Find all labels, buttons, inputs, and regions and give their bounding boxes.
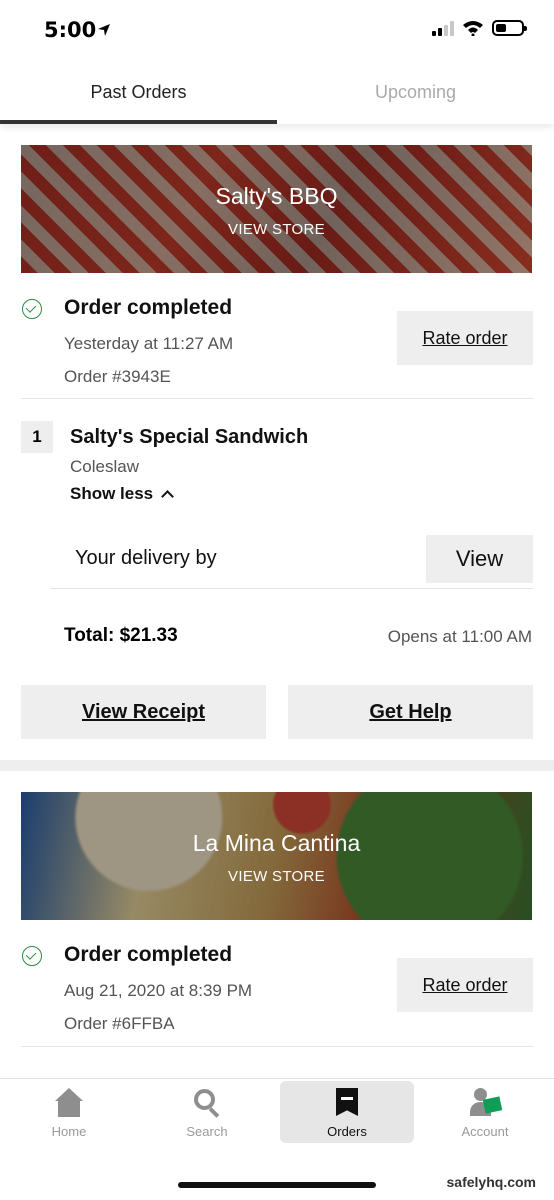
status-time: 5:00 [44,18,97,42]
nav-account-label: Account [461,1124,509,1139]
tab-upcoming[interactable]: Upcoming [277,60,554,124]
delivery-label: Your delivery by [75,547,217,569]
order-date: Yesterday at 11:27 AM [64,334,234,353]
store-opens-time: Opens at 11:00 AM [387,627,532,646]
section-separator [0,760,554,771]
home-indicator[interactable] [178,1182,376,1188]
check-circle-icon [22,299,42,319]
nav-search-label: Search [186,1124,228,1139]
divider [50,588,533,589]
view-receipt-button[interactable]: View Receipt [21,685,266,739]
home-icon [54,1088,84,1118]
battery-icon [492,20,527,36]
rate-order-button[interactable]: Rate order [397,311,533,365]
nav-home-label: Home [51,1124,87,1139]
nav-orders[interactable]: Orders [280,1081,414,1143]
cellular-signal-icon [432,20,454,36]
store-name: La Mina Cantina [192,830,361,856]
show-less-label: Show less [70,484,154,503]
order-date: Aug 21, 2020 at 8:39 PM [64,981,253,1000]
divider [21,398,533,399]
item-name: Salty's Special Sandwich [70,426,309,448]
tab-past-orders[interactable]: Past Orders [0,60,277,124]
view-store-link[interactable]: VIEW STORE [21,221,532,238]
wifi-icon [463,21,483,36]
store-banner[interactable]: Salty's BBQ VIEW STORE [21,145,532,273]
order-total: Total: $21.33 [64,625,178,646]
location-arrow-icon [98,24,110,36]
account-icon [470,1088,503,1118]
check-circle-icon [22,946,42,966]
view-delivery-button[interactable]: View [426,535,533,583]
nav-account[interactable]: Account [418,1081,552,1143]
order-number: Order #6FFBA [64,1014,175,1033]
order-tabs: Past Orders Upcoming [0,60,554,124]
get-help-button[interactable]: Get Help [288,685,533,739]
view-store-link[interactable]: VIEW STORE [21,868,532,885]
rate-order-button[interactable]: Rate order [397,958,533,1012]
item-quantity: 1 [21,421,53,453]
order-status: Order completed [64,943,233,966]
store-name: Salty's BBQ [215,183,338,209]
store-banner[interactable]: La Mina Cantina VIEW STORE [21,792,532,920]
nav-search[interactable]: Search [140,1081,274,1143]
chevron-up-icon [161,490,175,503]
status-indicators [432,20,527,36]
nav-home[interactable]: Home [2,1081,136,1143]
search-icon [192,1088,222,1118]
order-number: Order #3943E [64,367,171,386]
status-bar: 5:00 [0,0,554,60]
item-option: Coleslaw [70,457,139,476]
watermark: safelyhq.com [446,1174,536,1190]
show-less-toggle[interactable]: Show less [70,484,175,504]
order-status: Order completed [64,296,233,319]
receipt-icon [332,1088,362,1118]
nav-orders-label: Orders [327,1124,367,1139]
divider [21,1046,533,1047]
